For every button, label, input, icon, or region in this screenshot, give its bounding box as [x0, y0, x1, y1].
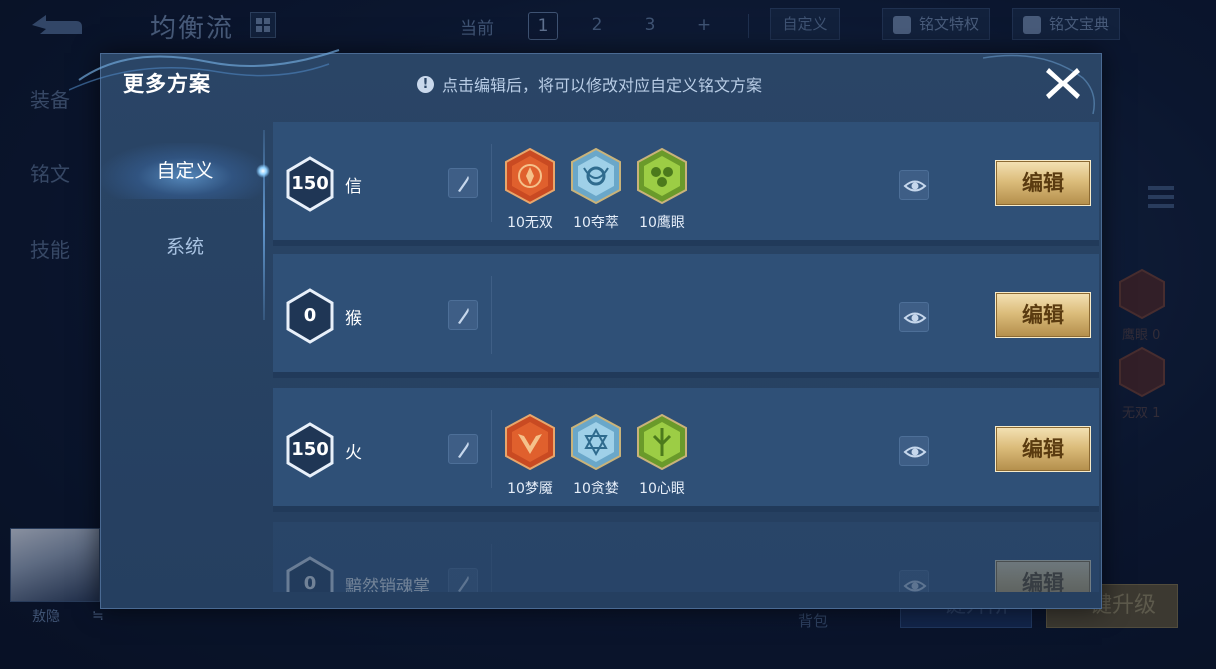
- rename-button[interactable]: [448, 168, 478, 198]
- green-rune-icon: [637, 413, 687, 471]
- red-rune-icon: [505, 147, 555, 205]
- rune-label: 10鹰眼: [639, 215, 685, 231]
- pencil-icon: [458, 176, 469, 192]
- rune-label: 10贪婪: [573, 481, 619, 497]
- plan-name: 黯然销魂掌: [345, 577, 430, 592]
- divider: [491, 144, 492, 222]
- more-plans-dialog: 更多方案 ! 点击编辑后，将可以修改对应自定义铭文方案 自定义 系统 150 信: [69, 49, 1102, 609]
- close-icon[interactable]: [1041, 62, 1085, 104]
- divider: [491, 276, 492, 354]
- rune-slot: 10心眼: [629, 413, 695, 498]
- plan-name: 信: [345, 177, 362, 197]
- level-badge: 0: [285, 556, 335, 592]
- pencil-icon: [458, 576, 469, 592]
- pencil-icon: [458, 442, 469, 458]
- dialog-title: 更多方案: [123, 72, 211, 96]
- plan-row: 0 猴 编辑: [273, 254, 1099, 378]
- rune-slot: 10无双: [497, 147, 563, 232]
- blue-rune-icon: [571, 413, 621, 471]
- plan-sidebar: 自定义 系统: [101, 120, 270, 590]
- plan-row: 150 火 10梦魇 10贪婪 10心眼 编辑: [273, 388, 1099, 512]
- edit-button[interactable]: 编辑: [995, 160, 1091, 206]
- preview-button[interactable]: [899, 436, 929, 466]
- hint-text: ! 点击编辑后，将可以修改对应自定义铭文方案: [417, 72, 762, 96]
- preview-button[interactable]: [899, 570, 929, 592]
- rune-label: 10心眼: [639, 481, 685, 497]
- plan-row: 0 黯然销魂掌 编辑: [273, 522, 1099, 592]
- level-value: 0: [303, 305, 317, 326]
- rune-slot: 10梦魇: [497, 413, 563, 498]
- eye-icon: [903, 312, 927, 324]
- dialog-header: 更多方案 ! 点击编辑后，将可以修改对应自定义铭文方案: [69, 49, 1101, 115]
- rename-button[interactable]: [448, 300, 478, 330]
- rune-label: 10无双: [507, 215, 553, 231]
- rune-slot: 10夺萃: [563, 147, 629, 232]
- plan-name: 猴: [345, 309, 362, 329]
- green-rune-icon: [637, 147, 687, 205]
- rename-button[interactable]: [448, 568, 478, 592]
- eye-icon: [903, 580, 927, 592]
- divider: [491, 410, 492, 488]
- blue-rune-icon: [571, 147, 621, 205]
- rune-label: 10夺萃: [573, 215, 619, 231]
- plan-row: 150 信 10无双 10夺萃 10鹰眼 编辑: [273, 122, 1099, 246]
- level-value: 0: [303, 573, 317, 592]
- hint-label: 点击编辑后，将可以修改对应自定义铭文方案: [442, 76, 763, 95]
- eye-icon: [903, 180, 927, 192]
- edit-button[interactable]: 编辑: [995, 426, 1091, 472]
- red-rune-icon: [505, 413, 555, 471]
- level-value: 150: [291, 173, 329, 194]
- plan-name: 火: [345, 443, 362, 463]
- edit-button[interactable]: 编辑: [995, 292, 1091, 338]
- rune-label: 10梦魇: [507, 481, 553, 497]
- tab-system[interactable]: 系统: [101, 219, 269, 275]
- level-badge: 150: [285, 422, 335, 478]
- active-tab-indicator: [256, 164, 270, 178]
- preview-button[interactable]: [899, 170, 929, 200]
- info-icon: !: [417, 75, 434, 93]
- plan-list: 150 信 10无双 10夺萃 10鹰眼 编辑 0 猴 编辑 150 火 10梦…: [273, 122, 1099, 592]
- tab-custom[interactable]: 自定义: [101, 143, 269, 199]
- level-badge: 0: [285, 288, 335, 344]
- pencil-icon: [458, 308, 469, 324]
- rename-button[interactable]: [448, 434, 478, 464]
- level-value: 150: [291, 439, 329, 460]
- eye-icon: [903, 446, 927, 458]
- rune-slot: 10贪婪: [563, 413, 629, 498]
- preview-button[interactable]: [899, 302, 929, 332]
- level-badge: 150: [285, 156, 335, 212]
- divider: [491, 544, 492, 592]
- edit-button[interactable]: 编辑: [995, 560, 1091, 592]
- rune-slot: 10鹰眼: [629, 147, 695, 232]
